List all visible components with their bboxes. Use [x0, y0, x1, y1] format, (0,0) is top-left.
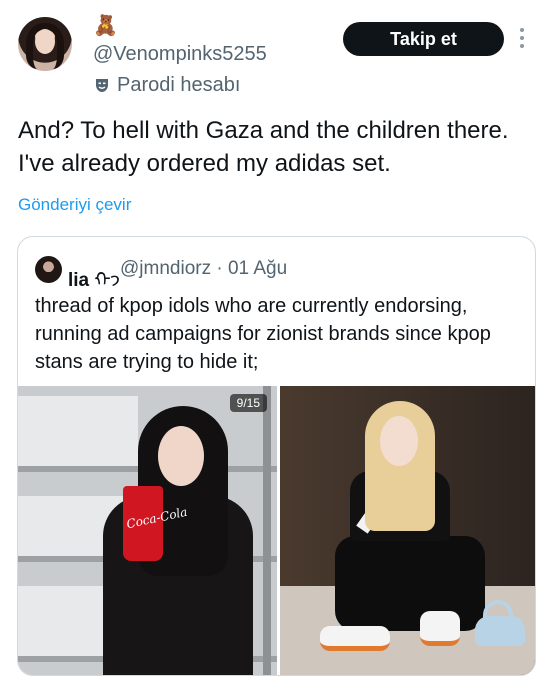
author-username[interactable]: @Venompinks5255: [93, 43, 267, 66]
handbag: [475, 616, 525, 646]
tweet-header: 🧸 @Venompinks5255 Parodi hesabı Takip et: [0, 0, 554, 110]
shelf-post: [263, 386, 271, 675]
quoted-author-name[interactable]: lia ᡣ𐭩: [68, 258, 120, 293]
sneaker: [320, 626, 390, 651]
tweet-text: And? To hell with Gaza and the children …: [18, 117, 509, 177]
teddy-bear-icon: 🧸: [93, 15, 118, 37]
more-options-icon[interactable]: [519, 28, 525, 52]
quoted-author-name-glyph: ᡣ𐭩: [94, 270, 121, 291]
parody-mask-icon: [96, 79, 108, 92]
quoted-author-avatar[interactable]: [35, 256, 62, 283]
sneaker: [420, 611, 460, 646]
author-avatar[interactable]: [18, 17, 72, 71]
quoted-tweet-text: thread of kpop idols who are currently e…: [35, 295, 491, 373]
media-counter-badge: 9/15: [229, 394, 267, 412]
person-face: [158, 426, 204, 486]
quoted-author-display-name: lia: [68, 270, 90, 291]
media-image-left[interactable]: Coca-Cola 9/15: [18, 386, 277, 675]
parody-account-label: Parodi hesabı: [117, 74, 241, 96]
follow-button[interactable]: Takip et: [343, 22, 504, 56]
translate-post-link[interactable]: Gönderiyi çevir: [18, 195, 131, 215]
person-face: [380, 416, 418, 466]
quoted-tweet-card[interactable]: lia ᡣ𐭩 @jmndiorz · 01 Ağu thread of kpop…: [17, 236, 536, 676]
person-pants: [335, 536, 485, 631]
quoted-author-handle-date[interactable]: @jmndiorz · 01 Ağu: [120, 258, 287, 280]
media-image-right[interactable]: [280, 386, 535, 675]
shelf-boxes: [18, 396, 138, 466]
